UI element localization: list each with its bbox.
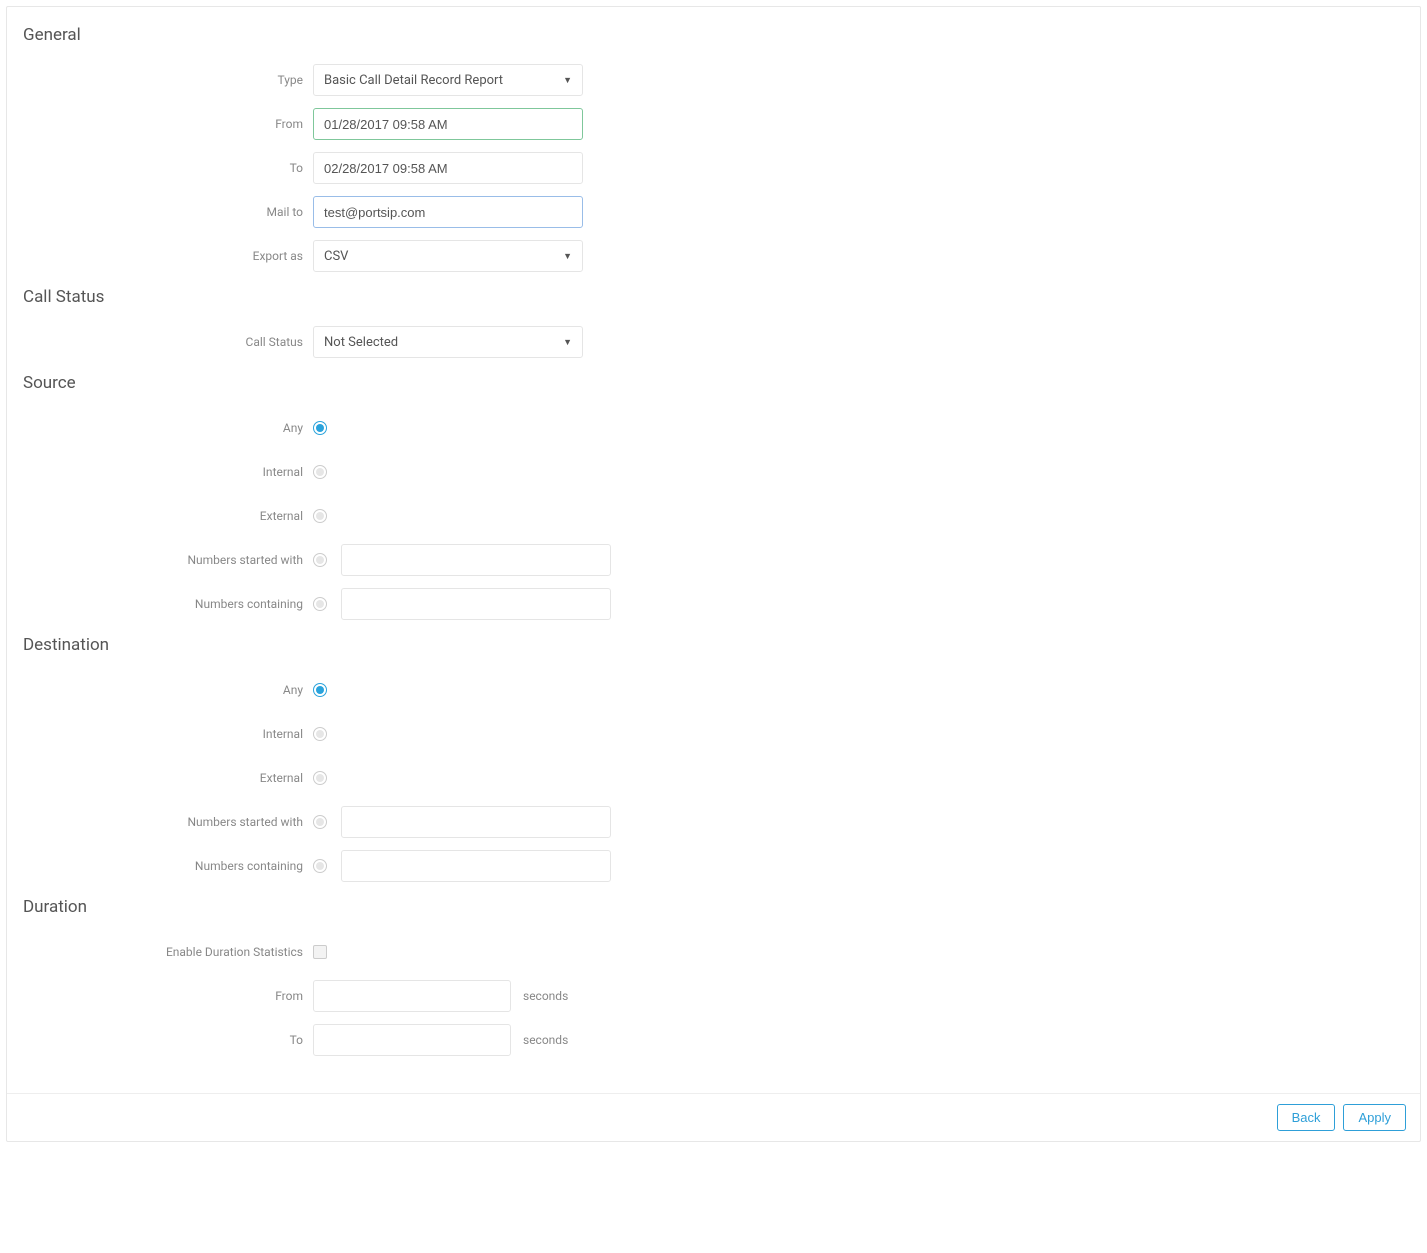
duration-to-unit: seconds xyxy=(523,1033,568,1047)
dest-external-radio[interactable] xyxy=(313,771,327,785)
call-status-select[interactable]: Not Selected ▼ xyxy=(313,326,583,358)
to-datetime-input[interactable] xyxy=(313,152,583,184)
mailto-input[interactable] xyxy=(313,196,583,228)
label-source-any: Any xyxy=(23,421,313,435)
source-internal-radio[interactable] xyxy=(313,465,327,479)
source-containing-input[interactable] xyxy=(341,588,611,620)
footer: Back Apply xyxy=(7,1093,1420,1141)
label-dest-internal: Internal xyxy=(23,727,313,741)
dest-any-radio[interactable] xyxy=(313,683,327,697)
label-source-started: Numbers started with xyxy=(23,553,313,567)
panel-body: General Type Basic Call Detail Record Re… xyxy=(7,7,1420,1093)
row-call-status: Call Status Not Selected ▼ xyxy=(23,321,1404,363)
duration-from-unit: seconds xyxy=(523,989,568,1003)
row-dest-containing: Numbers containing xyxy=(23,845,1404,887)
row-duration-to: To seconds xyxy=(23,1019,1404,1061)
section-title-source: Source xyxy=(23,373,1404,393)
duration-enable-checkbox[interactable] xyxy=(313,945,327,959)
row-source-containing: Numbers containing xyxy=(23,583,1404,625)
label-duration-enable: Enable Duration Statistics xyxy=(23,945,313,959)
export-select[interactable]: CSV ▼ xyxy=(313,240,583,272)
dest-containing-radio[interactable] xyxy=(313,859,327,873)
label-source-internal: Internal xyxy=(23,465,313,479)
row-duration-from: From seconds xyxy=(23,975,1404,1017)
source-containing-radio[interactable] xyxy=(313,597,327,611)
source-external-radio[interactable] xyxy=(313,509,327,523)
label-export: Export as xyxy=(23,249,313,263)
label-source-external: External xyxy=(23,509,313,523)
row-duration-enable: Enable Duration Statistics xyxy=(23,931,1404,973)
back-button[interactable]: Back xyxy=(1277,1104,1336,1131)
duration-to-input[interactable] xyxy=(313,1024,511,1056)
source-any-radio[interactable] xyxy=(313,421,327,435)
row-dest-internal: Internal xyxy=(23,713,1404,755)
label-dest-started: Numbers started with xyxy=(23,815,313,829)
row-from: From xyxy=(23,103,1404,145)
dest-containing-input[interactable] xyxy=(341,850,611,882)
call-status-select-value: Not Selected xyxy=(324,335,398,350)
label-dest-external: External xyxy=(23,771,313,785)
label-duration-to: To xyxy=(23,1033,313,1047)
row-source-started: Numbers started with xyxy=(23,539,1404,581)
label-dest-containing: Numbers containing xyxy=(23,859,313,873)
label-dest-any: Any xyxy=(23,683,313,697)
row-export: Export as CSV ▼ xyxy=(23,235,1404,277)
row-dest-any: Any xyxy=(23,669,1404,711)
from-datetime-input[interactable] xyxy=(313,108,583,140)
duration-from-input[interactable] xyxy=(313,980,511,1012)
report-form-panel: General Type Basic Call Detail Record Re… xyxy=(6,6,1421,1142)
chevron-down-icon: ▼ xyxy=(563,75,572,86)
section-title-destination: Destination xyxy=(23,635,1404,655)
row-mailto: Mail to xyxy=(23,191,1404,233)
section-title-call-status: Call Status xyxy=(23,287,1404,307)
label-to: To xyxy=(23,161,313,175)
label-source-containing: Numbers containing xyxy=(23,597,313,611)
chevron-down-icon: ▼ xyxy=(563,337,572,348)
label-duration-from: From xyxy=(23,989,313,1003)
row-type: Type Basic Call Detail Record Report ▼ xyxy=(23,59,1404,101)
dest-internal-radio[interactable] xyxy=(313,727,327,741)
chevron-down-icon: ▼ xyxy=(563,251,572,262)
row-dest-started: Numbers started with xyxy=(23,801,1404,843)
label-mailto: Mail to xyxy=(23,205,313,219)
row-to: To xyxy=(23,147,1404,189)
label-from: From xyxy=(23,117,313,131)
dest-started-input[interactable] xyxy=(341,806,611,838)
apply-button[interactable]: Apply xyxy=(1343,1104,1406,1131)
section-title-general: General xyxy=(23,25,1404,45)
label-type: Type xyxy=(23,73,313,87)
export-select-value: CSV xyxy=(324,249,348,264)
type-select-value: Basic Call Detail Record Report xyxy=(324,73,503,88)
row-source-external: External xyxy=(23,495,1404,537)
section-title-duration: Duration xyxy=(23,897,1404,917)
row-source-any: Any xyxy=(23,407,1404,449)
type-select[interactable]: Basic Call Detail Record Report ▼ xyxy=(313,64,583,96)
source-started-input[interactable] xyxy=(341,544,611,576)
source-started-radio[interactable] xyxy=(313,553,327,567)
label-call-status: Call Status xyxy=(23,335,313,349)
row-dest-external: External xyxy=(23,757,1404,799)
dest-started-radio[interactable] xyxy=(313,815,327,829)
row-source-internal: Internal xyxy=(23,451,1404,493)
